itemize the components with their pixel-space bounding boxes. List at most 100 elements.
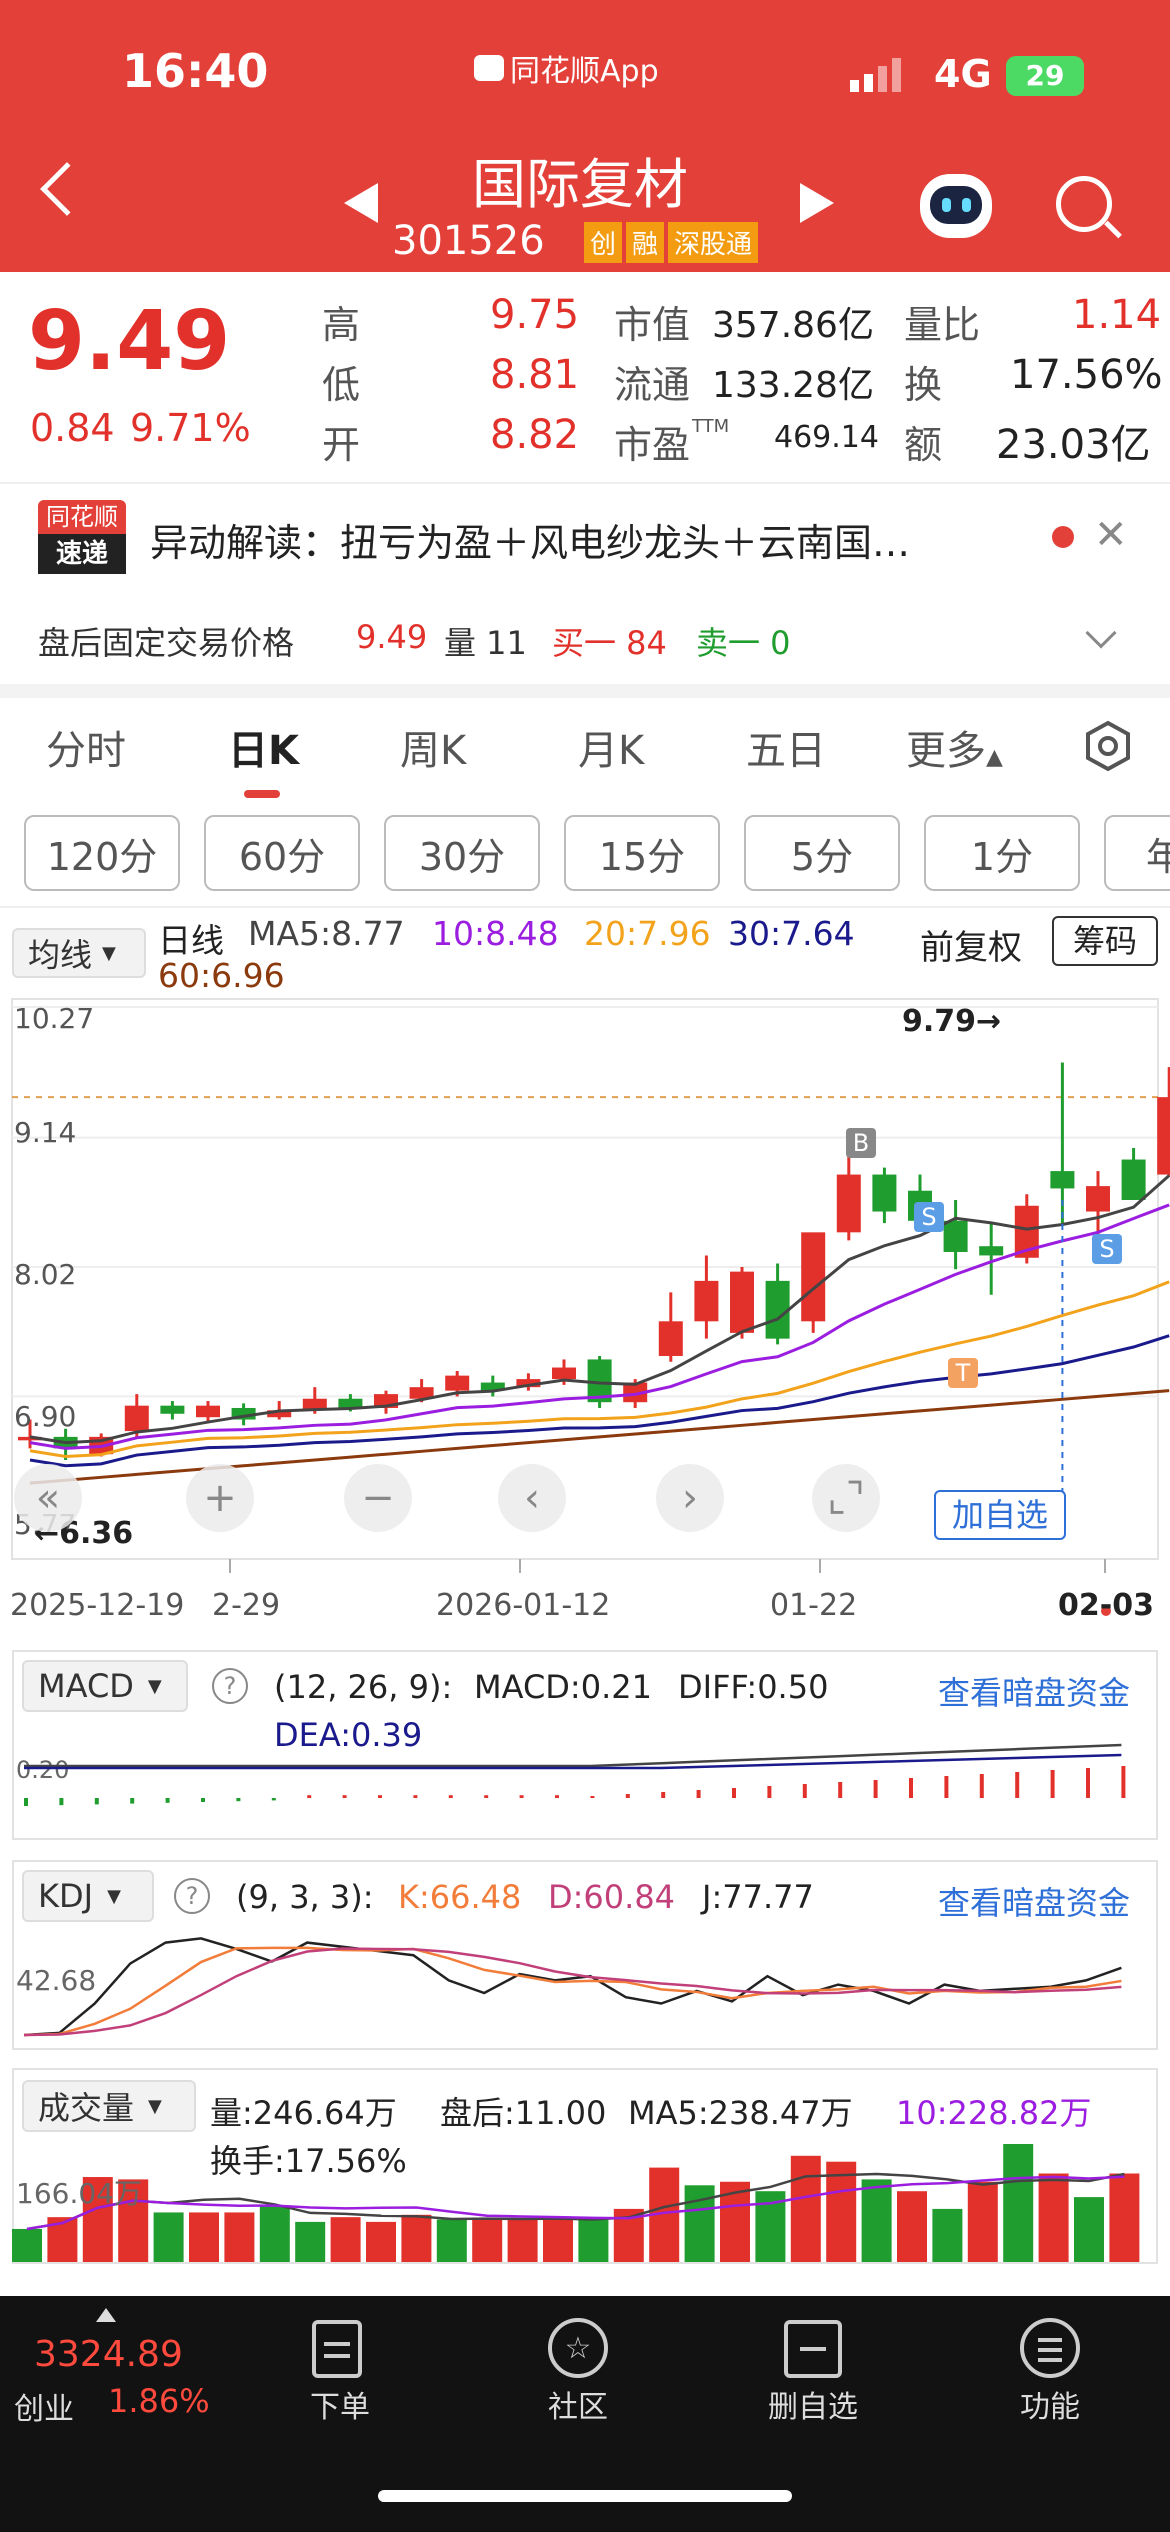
search-icon[interactable] (1056, 176, 1122, 239)
chips-button[interactable]: 筹码 (1052, 916, 1158, 966)
volume-ma10: 10:228.82万 (896, 2094, 1092, 2132)
unread-dot-icon (1052, 526, 1074, 548)
news-headline[interactable]: 异动解读：扭亏为盈＋风电纱龙头＋云南国… (150, 512, 910, 567)
tab-weekly-k[interactable]: 周K (400, 718, 466, 776)
adjust-mode-label[interactable]: 前复权 (920, 920, 1022, 969)
macd-bar (767, 1786, 772, 1798)
news-logo: 同花顺 速递 (38, 500, 126, 576)
community-icon[interactable]: ☆ (548, 2318, 608, 2378)
volume-bar (472, 2219, 503, 2262)
volume-selector[interactable]: 成交量 ▼ (22, 2080, 196, 2132)
kdj-j: J:77.77 (702, 1878, 814, 1916)
function-menu-icon[interactable] (1020, 2318, 1080, 2378)
buy-marker[interactable]: B (846, 1128, 876, 1158)
macd-bar (59, 1798, 64, 1806)
price-axis-label: 9.14 (14, 1116, 77, 1149)
collapse-left-icon[interactable]: « (14, 1464, 82, 1532)
add-watchlist-button[interactable]: 加自选 (934, 1490, 1066, 1540)
t-marker[interactable]: T (948, 1358, 978, 1388)
tag-shengutong: 深股通 (668, 222, 759, 263)
macd-selector[interactable]: MACD ▼ (22, 1660, 188, 1712)
after-hours-price: 9.49 (356, 618, 428, 656)
price-change: 0.84 (30, 406, 115, 450)
macd-bar (1086, 1768, 1090, 1798)
macd-bar (909, 1778, 913, 1798)
period-1m[interactable]: 1分 (924, 815, 1080, 891)
macd-bar (519, 1795, 524, 1798)
date-axis-label: 01-22 (770, 1588, 858, 1623)
period-5m[interactable]: 5分 (744, 815, 900, 891)
candle-body (801, 1232, 826, 1322)
index-value[interactable]: 3324.89 (34, 2334, 183, 2375)
close-icon[interactable]: ✕ (1094, 512, 1128, 558)
candle-body (979, 1246, 1004, 1256)
date-axis-label: 2026-01-12 (436, 1588, 611, 1623)
stat-turnover: 17.56% (1010, 352, 1163, 398)
volume-bar (330, 2217, 361, 2262)
kdj-chart (23, 1937, 1122, 2037)
zoom-out-icon[interactable]: − (344, 1464, 412, 1532)
stat-amount: 23.03亿 (996, 422, 1151, 468)
expand-chevron-icon[interactable] (1085, 617, 1117, 649)
index-pct: 1.86% (108, 2382, 210, 2420)
status-time: 16:40 (122, 44, 269, 98)
tab-intraday[interactable]: 分时 (46, 718, 126, 776)
sell-marker[interactable]: S (914, 1202, 944, 1232)
settings-hexagon-icon[interactable] (1082, 720, 1134, 772)
macd-bar (484, 1795, 489, 1798)
scroll-right-icon[interactable]: › (656, 1464, 724, 1532)
caret-down-icon: ▼ (148, 2095, 162, 2117)
candle-body (552, 1367, 576, 1380)
macd-value: MACD:0.21 (474, 1668, 652, 1706)
candle-body (445, 1375, 470, 1391)
zoom-in-icon[interactable]: + (186, 1464, 254, 1532)
nav-function-label[interactable]: 功能 (1010, 2382, 1090, 2426)
tab-monthly-k[interactable]: 月K (578, 718, 644, 776)
remove-watchlist-icon[interactable] (784, 2320, 842, 2378)
price-axis-label: 8.02 (14, 1258, 77, 1291)
tab-daily-k[interactable]: 日K (228, 718, 299, 776)
prev-stock-icon[interactable] (344, 183, 378, 223)
order-icon[interactable] (312, 2320, 362, 2378)
back-icon[interactable] (40, 162, 94, 216)
stat-high: 9.75 (490, 292, 580, 338)
candle-body (196, 1405, 220, 1418)
macd-dark-pool-link[interactable]: 查看暗盘资金 (938, 1668, 1130, 1714)
period-30m[interactable]: 30分 (384, 815, 540, 891)
period-year[interactable]: 年 (1104, 815, 1170, 891)
divider (0, 684, 1170, 698)
help-icon[interactable]: ? (174, 1878, 210, 1914)
macd-bar (732, 1788, 736, 1798)
nav-community-label[interactable]: 社区 (538, 2382, 618, 2426)
stat-market-cap: 357.86亿 (712, 305, 874, 346)
kdj-selector[interactable]: KDJ ▼ (22, 1870, 154, 1922)
candle-body (836, 1174, 861, 1233)
scroll-left-icon[interactable]: ‹ (498, 1464, 566, 1532)
macd-bar (625, 1794, 630, 1798)
kdj-dark-pool-link[interactable]: 查看暗盘资金 (938, 1878, 1130, 1924)
period-120m[interactable]: 120分 (24, 815, 180, 891)
fullscreen-icon[interactable]: ⌞⌝ (812, 1464, 880, 1532)
ma-selector[interactable]: 均线 ▼ (12, 928, 146, 978)
date-axis-label: 2-29 (212, 1588, 281, 1623)
tab-active-indicator (244, 790, 280, 798)
candle-body (943, 1220, 968, 1252)
nav-order-label[interactable]: 下单 (300, 2382, 380, 2426)
index-up-icon (96, 2308, 116, 2322)
status-app-label: 同花顺App (474, 46, 659, 90)
help-icon[interactable]: ? (212, 1668, 248, 1704)
tab-five-day[interactable]: 五日 (746, 718, 826, 776)
stat-label: 高 (322, 303, 361, 347)
robot-assistant-icon[interactable] (920, 174, 992, 238)
period-15m[interactable]: 15分 (564, 815, 720, 891)
macd-bar (1121, 1766, 1126, 1798)
sell-marker[interactable]: S (1092, 1234, 1122, 1264)
chart-frame (11, 998, 1159, 1560)
next-stock-icon[interactable] (800, 183, 834, 223)
macd-bar (1015, 1772, 1020, 1798)
stock-tags: 创 融 深股通 (584, 222, 759, 263)
period-60m[interactable]: 60分 (204, 815, 360, 891)
macd-bar (130, 1798, 135, 1804)
nav-remove-watch-label[interactable]: 删自选 (758, 2382, 868, 2426)
tab-more[interactable]: 更多▲ (906, 718, 1003, 776)
